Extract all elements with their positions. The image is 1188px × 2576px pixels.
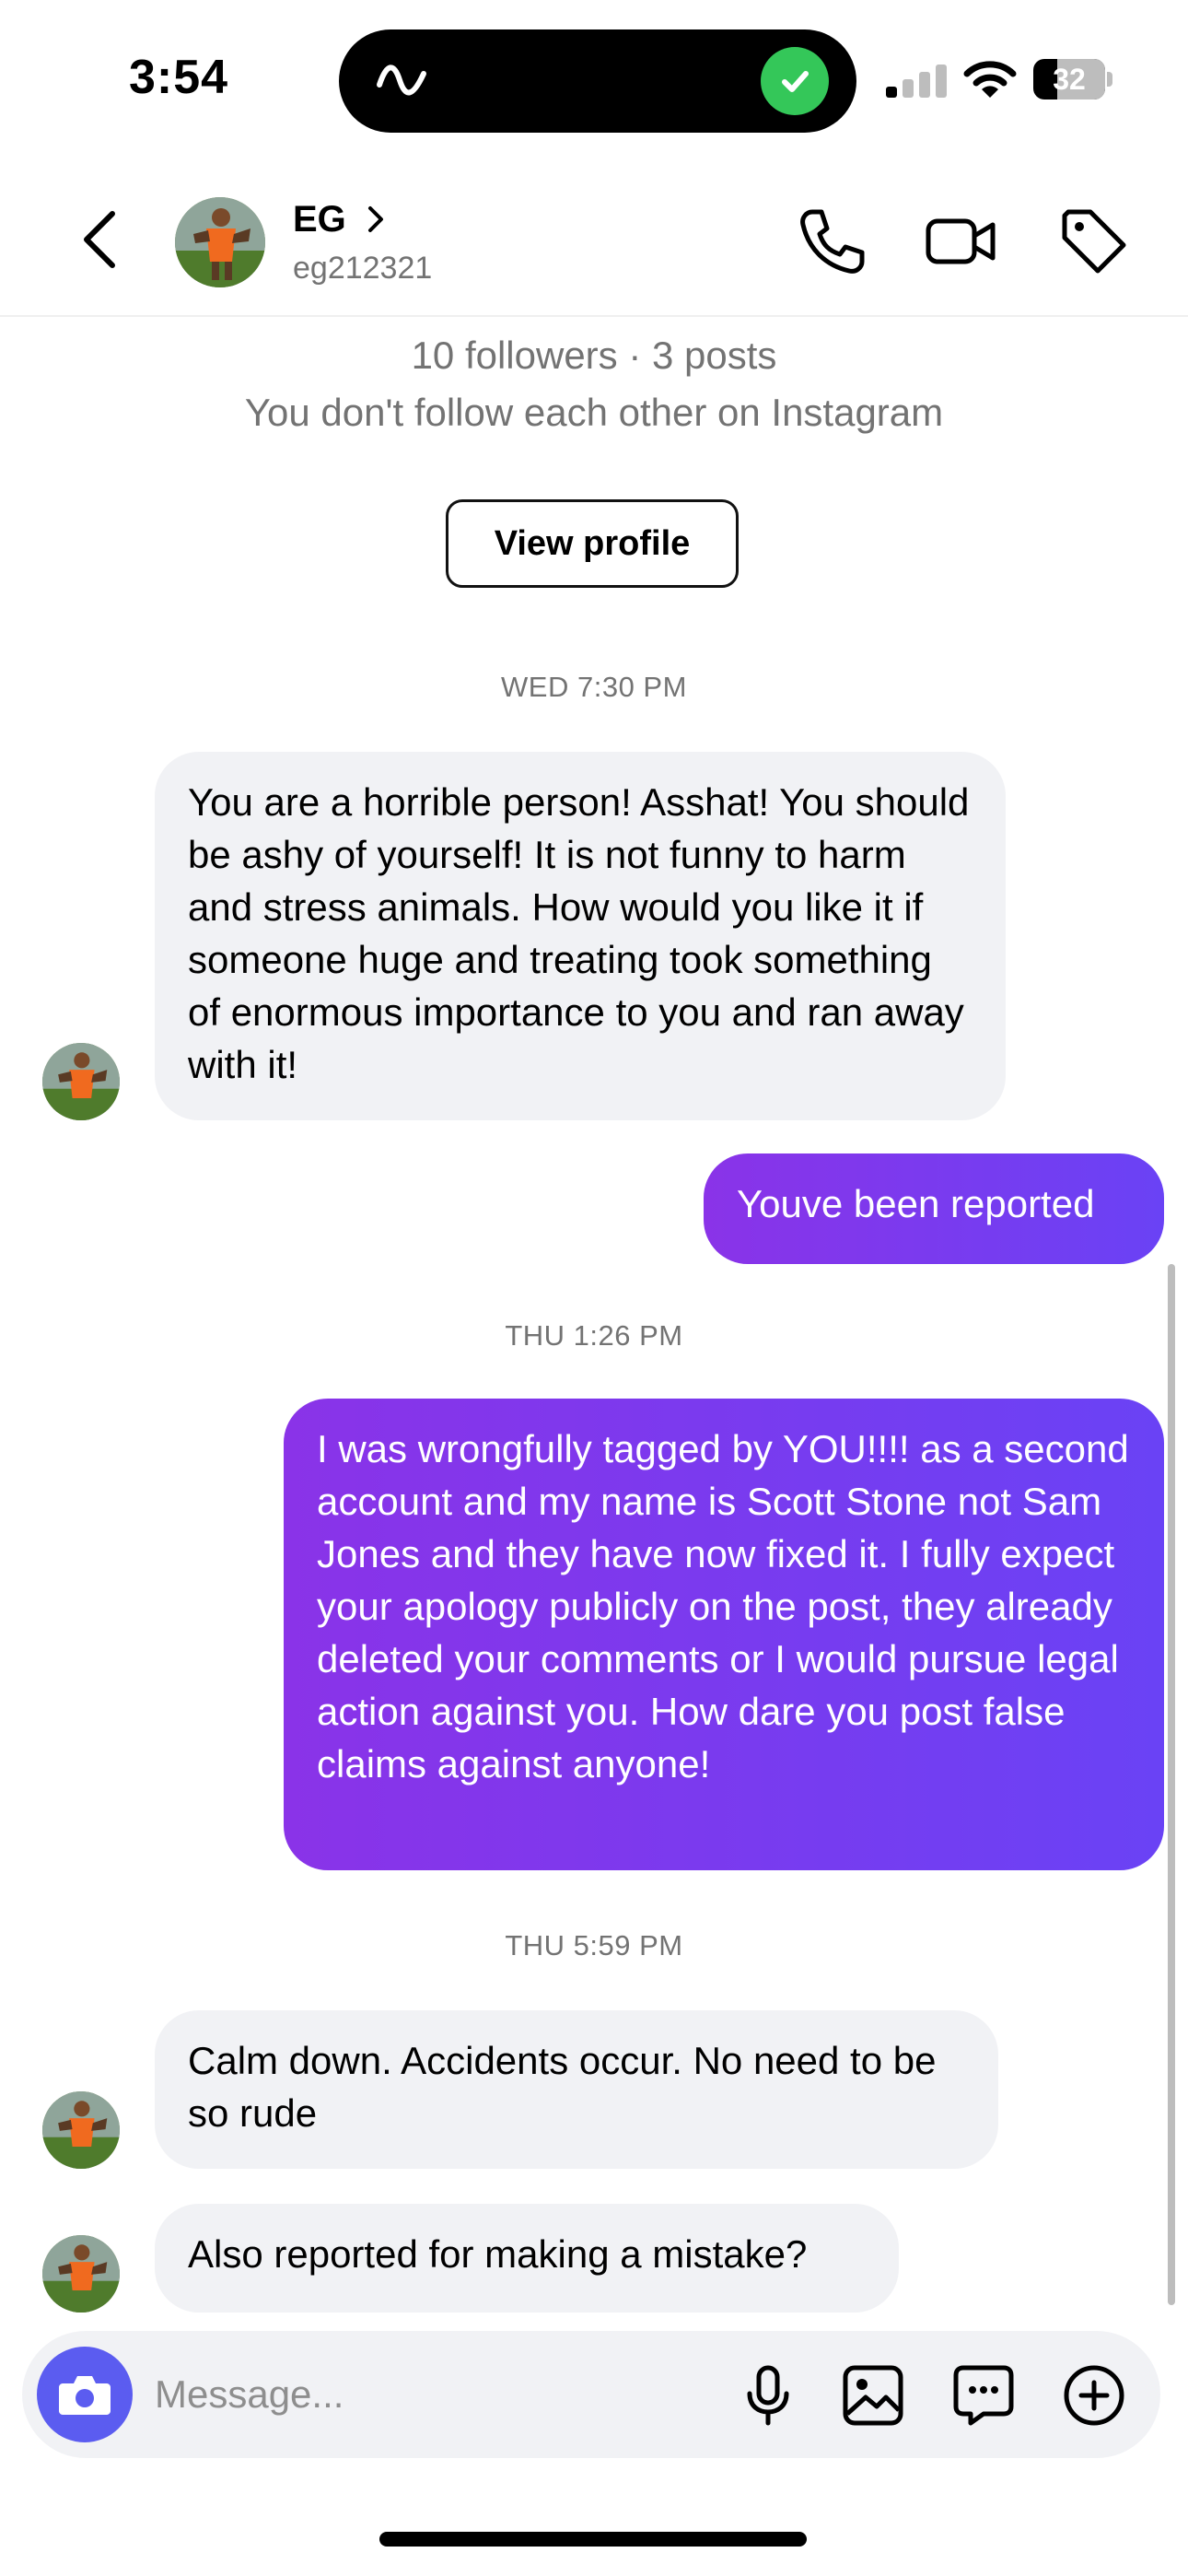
chevron-right-icon[interactable] (365, 201, 389, 238)
check-icon (761, 47, 829, 115)
avatar[interactable] (42, 2091, 120, 2169)
message-composer (22, 2331, 1160, 2458)
message-input[interactable] (155, 2362, 707, 2427)
profile-stats: 10 followers · 3 posts (411, 334, 777, 377)
cellular-signal-icon (886, 64, 947, 98)
incoming-message[interactable]: Calm down. Accidents occur. No need to b… (155, 2010, 998, 2169)
status-bar: 3:54 32 (0, 0, 1188, 157)
sticker-icon[interactable] (950, 2362, 1017, 2429)
avatar[interactable] (175, 197, 265, 287)
contact-name[interactable]: EG (293, 199, 346, 240)
view-profile-button[interactable]: View profile (446, 499, 739, 588)
phone-icon[interactable] (792, 203, 869, 280)
microphone-icon[interactable] (735, 2362, 801, 2429)
avatar[interactable] (42, 1043, 120, 1120)
contact-username[interactable]: eg212321 (293, 251, 432, 287)
message-timestamp: THU 5:59 PM (505, 1929, 683, 1961)
message-timestamp: THU 1:26 PM (505, 1319, 683, 1352)
dynamic-island[interactable] (339, 29, 856, 133)
incoming-message[interactable]: You are a horrible person! Asshat! You s… (155, 752, 1006, 1120)
scrollbar[interactable] (1168, 1264, 1175, 2305)
message-timestamp: WED 7:30 PM (501, 671, 687, 703)
relationship-note: You don't follow each other on Instagram (244, 391, 944, 434)
video-camera-icon[interactable] (923, 203, 1000, 280)
chevron-left-icon[interactable] (74, 203, 129, 276)
outgoing-message[interactable]: Youve been reported (704, 1153, 1164, 1264)
wifi-icon (963, 61, 1017, 98)
plus-circle-icon[interactable] (1061, 2362, 1127, 2429)
activity-wave-icon (377, 64, 426, 96)
gallery-icon[interactable] (840, 2362, 906, 2429)
avatar[interactable] (42, 2235, 120, 2313)
camera-icon[interactable] (37, 2347, 133, 2442)
status-time: 3:54 (129, 51, 229, 104)
tag-icon[interactable] (1055, 203, 1133, 280)
battery-icon: 32 (1033, 59, 1112, 100)
chat-header: EG eg212321 (0, 166, 1188, 317)
incoming-message[interactable]: Also reported for making a mistake? (155, 2204, 899, 2313)
home-indicator[interactable] (379, 2532, 807, 2547)
battery-level: 32 (1053, 63, 1086, 96)
outgoing-message[interactable]: I was wrongfully tagged by YOU!!!! as a … (284, 1399, 1164, 1870)
